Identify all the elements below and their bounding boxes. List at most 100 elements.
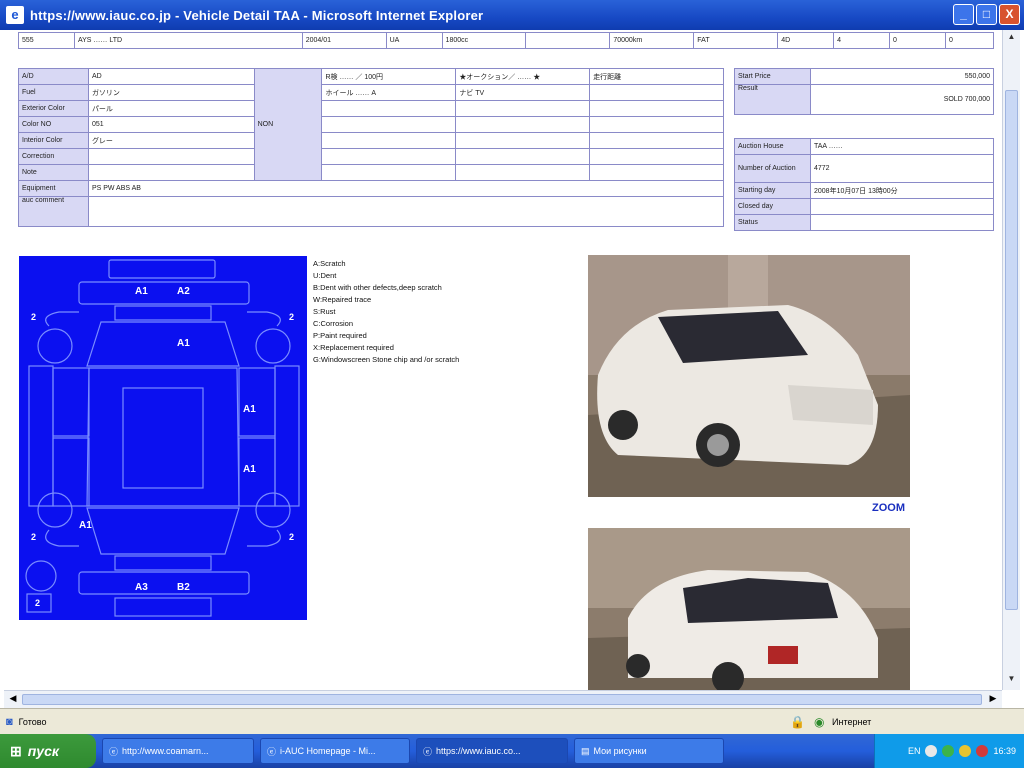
spec-grid-cell [321, 116, 457, 133]
taskbar-item[interactable]: ⓔ https://www.iauc.co... [416, 738, 568, 764]
spec-grid-cell [321, 164, 457, 181]
spec-value: パール [87, 100, 255, 117]
car-photo-front[interactable] [588, 255, 910, 497]
scroll-right-icon[interactable]: ▶ [986, 693, 1000, 704]
vertical-scrollbar[interactable]: ▲ ▼ [1002, 30, 1020, 690]
summary-cell: AYS …… LTD [73, 32, 303, 49]
price-value: SOLD 700,000 [810, 84, 994, 115]
damage-mark: A1 [243, 464, 256, 475]
spec-grid-cell [589, 116, 724, 133]
car-photo-rear[interactable] [588, 528, 910, 690]
window-titlebar: e https://www.iauc.co.jp - Vehicle Detai… [0, 0, 1024, 30]
page-done-icon: ◙ [6, 715, 13, 728]
status-bar: ◙ Готово 🔒 ◉ Интернет [0, 708, 1024, 734]
spec-grid-cell [589, 84, 724, 101]
spec-grid-cell [589, 100, 724, 117]
car-front-image [588, 255, 910, 497]
auction-label: Closed day [734, 198, 811, 215]
auction-value: TAA …… [810, 138, 994, 155]
taskbar-item-label: https://www.iauc.co... [436, 746, 521, 756]
auction-table: Auction House TAA …… Number of Auction 4… [734, 138, 994, 231]
scroll-left-icon[interactable]: ◀ [6, 693, 20, 704]
taskbar-item-label: i-AUC Homepage - Mi... [280, 746, 376, 756]
summary-cell: 555 [18, 32, 75, 49]
volume-icon[interactable] [959, 745, 972, 757]
auction-label: Status [734, 214, 811, 231]
horizontal-scrollbar[interactable]: ◀ ▶ [4, 690, 1002, 708]
antivirus-icon[interactable] [976, 745, 989, 757]
price-table: Start Price 550,000 Result SOLD 700,000 [734, 68, 994, 115]
spec-value: AD [87, 68, 255, 85]
auction-value [810, 214, 994, 231]
summary-cell: 1800cc [441, 32, 527, 49]
spec-value: PS PW ABS AB [87, 180, 725, 197]
spec-value [87, 148, 255, 165]
auction-value: 4772 [810, 154, 994, 183]
summary-cell: 4 [833, 32, 891, 49]
price-label: Start Price [734, 68, 811, 85]
spec-value [87, 164, 255, 181]
scroll-up-icon[interactable]: ▲ [1005, 32, 1018, 46]
damage-mark: A1 [135, 286, 148, 297]
taskbar-item[interactable]: ⓔ i-AUC Homepage - Mi... [260, 738, 410, 764]
price-value: 550,000 [810, 68, 994, 85]
spec-label: Fuel [18, 84, 89, 101]
spec-grid-cell: ★オークション／ …… ★ [455, 68, 591, 85]
summary-cell: 0 [944, 32, 995, 49]
legend-item: P:Paint required [313, 331, 367, 340]
taskbar-item[interactable]: ⓔ http://www.coamarn... [102, 738, 254, 764]
spec-grid-cell: ホイール …… A [321, 84, 457, 101]
scroll-down-icon[interactable]: ▼ [1005, 674, 1018, 688]
security-icon[interactable] [942, 745, 955, 757]
spec-grid-cell [321, 100, 457, 117]
language-indicator[interactable]: EN [908, 746, 921, 756]
close-button[interactable]: X [999, 4, 1020, 25]
spec-label: Exterior Color [18, 100, 89, 117]
spec-grid-cell [455, 164, 591, 181]
status-text: Готово [18, 716, 47, 727]
summary-cell: 70000km [609, 32, 695, 49]
spec-grid-cell [455, 148, 591, 165]
spec-label: A/D [18, 68, 89, 85]
spec-grid-cell [589, 164, 724, 181]
taskbar: ⊞ пуск ⓔ http://www.coamarn... ⓔ i-AUC H… [0, 734, 1024, 768]
spec-grid-cell: ナビ TV [455, 84, 591, 101]
damage-mark: 2 [35, 598, 40, 608]
damage-mark: A1 [177, 338, 190, 349]
spec-mid-label: NON [253, 68, 323, 181]
network-icon[interactable] [925, 745, 938, 757]
vertical-scroll-thumb[interactable] [1005, 90, 1018, 610]
ie-task-icon: ⓔ [423, 746, 433, 757]
spec-label: auc comment [18, 196, 89, 227]
spec-table: A/D AD NON R検 …… ／ 100円 ★オークション／ …… ★ 走行… [18, 68, 725, 227]
folder-task-icon: ▤ [581, 745, 590, 756]
ie-task-icon: ⓔ [109, 746, 119, 757]
horizontal-scroll-thumb[interactable] [22, 694, 982, 705]
taskbar-item-label: Мои рисунки [593, 746, 647, 756]
start-button[interactable]: ⊞ пуск [0, 734, 96, 768]
car-outline: A1 A2 A1 A1 A1 A1 A3 B2 2 2 2 2 2 [25, 259, 300, 617]
minimize-button[interactable]: _ [953, 4, 974, 25]
car-rear-image [588, 528, 910, 690]
spec-grid-cell [455, 132, 591, 149]
legend-item: S:Rust [313, 307, 336, 316]
auction-label: Auction House [734, 138, 811, 155]
ie-icon: e [6, 6, 24, 24]
zoom-link[interactable]: ZOOM [872, 502, 905, 514]
spec-grid-cell [589, 132, 724, 149]
damage-mark: A1 [243, 404, 256, 415]
taskbar-item[interactable]: ▤ Мои рисунки [574, 738, 724, 764]
summary-cell [525, 32, 611, 49]
auction-value: 2008年10月07日 13時00分 [810, 182, 994, 199]
internet-zone-icon: ◉ [814, 714, 825, 729]
legend-item: A:Scratch [313, 259, 346, 268]
spec-grid-cell: 走行距離 [589, 68, 724, 85]
spec-grid-cell: R検 …… ／ 100円 [321, 68, 457, 85]
zone-text: Интернет [832, 716, 872, 727]
car-damage-diagram: A1 A2 A1 A1 A1 A1 A3 B2 2 2 2 2 2 [19, 256, 307, 620]
maximize-button[interactable]: □ [976, 4, 997, 25]
auction-label: Starting day [734, 182, 811, 199]
legend-item: U:Dent [313, 271, 337, 280]
spec-grid-cell [321, 132, 457, 149]
clock: 16:39 [993, 746, 1016, 756]
